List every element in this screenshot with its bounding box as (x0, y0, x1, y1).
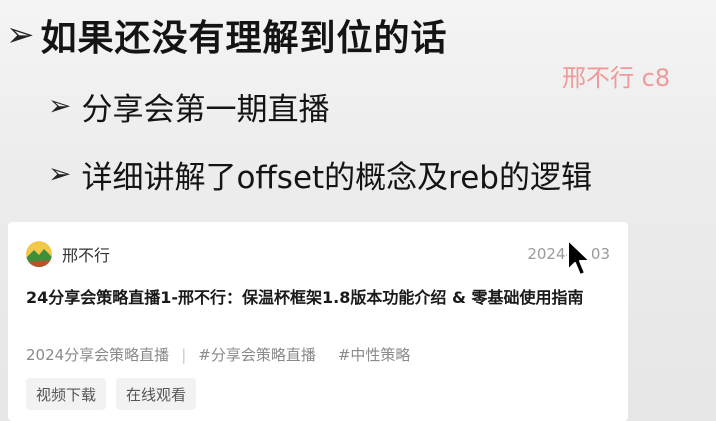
tag-collection[interactable]: 2024分享会策略直播 (26, 344, 169, 365)
card-actions: 视频下载 在线观看 (26, 378, 206, 410)
bullet-sub-2: ➢ 详细讲解了offset的概念及reb的逻辑 (48, 150, 592, 198)
author-name[interactable]: 邢不行 (62, 242, 110, 266)
video-download-button[interactable]: 视频下载 (26, 378, 107, 410)
tag-hashtag-1[interactable]: #分享会策略直播 (198, 344, 316, 365)
card-header: 邢不行 (26, 240, 110, 268)
landscape-avatar-icon[interactable] (26, 241, 52, 267)
bullet-main: ➢ 如果还没有理解到位的话 (6, 11, 448, 59)
tag-separator: | (181, 345, 187, 364)
presentation-slide: ➢ 如果还没有理解到位的话 ➢ 分享会第一期直播 ➢ 详细讲解了offset的概… (0, 0, 716, 421)
bullet-arrow-icon: ➢ (6, 15, 35, 55)
bullet-arrow-icon: ➢ (48, 157, 72, 190)
tag-hashtag-2[interactable]: #中性策略 (338, 344, 411, 365)
post-date-start: 2024- (527, 245, 571, 263)
bullet-arrow-icon: ➢ (48, 89, 72, 122)
watermark: 邢不行 c8 (562, 64, 671, 92)
watch-online-button[interactable]: 在线观看 (116, 378, 197, 410)
bullet-main-text: 如果还没有理解到位的话 (40, 18, 448, 59)
bullet-sub-1-text: 分享会第一期直播 (81, 91, 330, 128)
video-title[interactable]: 24分享会策略直播1-邢不行：保温杯框架1.8版本功能介绍 & 零基础使用指南 (26, 285, 606, 311)
bullet-sub-1: ➢ 分享会第一期直播 (48, 84, 329, 128)
tag-list: 2024分享会策略直播 | #分享会策略直播 #中性策略 (26, 344, 410, 365)
mouse-pointer-icon (566, 238, 592, 282)
post-date-end: 03 (590, 245, 610, 263)
video-card[interactable]: 邢不行 2024- 03 24分享会策略直播1-邢不行：保温杯框架1.8版本功能介… (8, 222, 628, 421)
bullet-sub-2-text: 详细讲解了offset的概念及reb的逻辑 (81, 159, 592, 196)
